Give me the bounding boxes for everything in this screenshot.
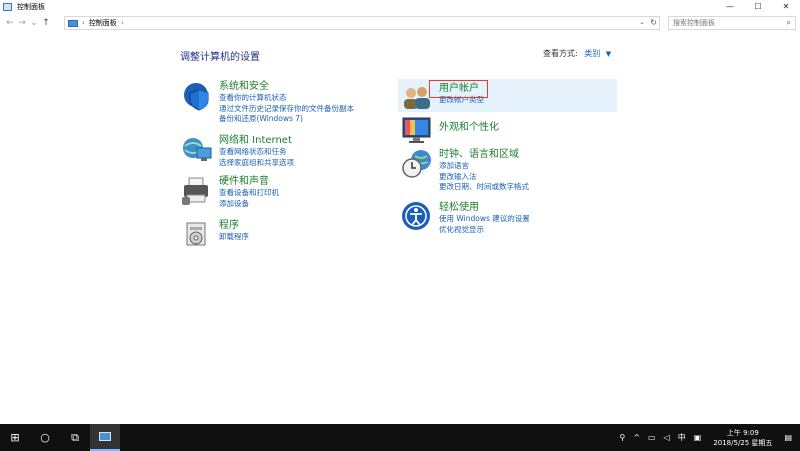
- control-panel-icon: [3, 2, 12, 11]
- address-dropdown-icon[interactable]: ⌄: [639, 18, 645, 26]
- clock-time: 上午 9:09: [726, 428, 759, 437]
- category-title[interactable]: 轻松使用: [439, 201, 530, 214]
- category-hardware-sound: 硬件和声音 查看设备和打印机 添加设备: [181, 175, 279, 209]
- category-programs: 程序 卸载程序: [181, 219, 249, 251]
- clock[interactable]: 上午 9:09 2018/5/25 星期五: [713, 428, 772, 448]
- link-change-input-method[interactable]: 更改输入法: [439, 172, 529, 183]
- search-input[interactable]: 搜索控制面板 ⌕: [668, 16, 796, 30]
- link-uninstall-program[interactable]: 卸载程序: [219, 232, 249, 243]
- title-bar: 控制面板 — ☐ ✕: [0, 0, 800, 13]
- forward-button[interactable]: →: [16, 16, 28, 30]
- refresh-icon[interactable]: ↻: [650, 18, 657, 27]
- link-view-computer-status[interactable]: 查看你的计算机状态: [219, 93, 354, 104]
- link-devices-printers[interactable]: 查看设备和打印机: [219, 188, 279, 199]
- category-system-security: 系统和安全 查看你的计算机状态 通过文件历史记录保存你的文件备份副本 备份和还原…: [181, 80, 354, 125]
- search-icon[interactable]: ⌕: [787, 18, 791, 28]
- clock-globe-icon[interactable]: [401, 148, 433, 180]
- back-button[interactable]: ←: [4, 16, 16, 30]
- link-recommended-settings[interactable]: 使用 Windows 建议的设置: [439, 214, 530, 225]
- category-appearance: 外观和个性化: [401, 115, 499, 147]
- view-by-dropdown[interactable]: 类别: [584, 49, 600, 58]
- recent-locations-button[interactable]: ⌄: [28, 16, 40, 30]
- programs-icon[interactable]: [181, 219, 213, 251]
- network-tray-icon[interactable]: ▭: [648, 433, 656, 442]
- system-tray: ⚲ ^ ▭ ◁ 中 ▣ 上午 9:09 2018/5/25 星期五 ▤: [615, 424, 800, 451]
- volume-icon[interactable]: ◁: [664, 433, 670, 442]
- link-backup-restore[interactable]: 备份和还原(Windows 7): [219, 114, 354, 125]
- annotation-highlight-box: [429, 80, 488, 98]
- control-panel-window: 控制面板 — ☐ ✕ ← → ⌄ ↑ › 控制面板 › ⌄ ↻ 搜索控制面板 ⌕…: [0, 0, 800, 424]
- address-toolbar: ← → ⌄ ↑ › 控制面板 › ⌄ ↻ 搜索控制面板 ⌕: [0, 14, 800, 32]
- address-bar[interactable]: › 控制面板 › ⌄ ↻: [64, 16, 660, 30]
- link-add-language[interactable]: 添加语言: [439, 161, 529, 172]
- start-button[interactable]: ⊞: [0, 424, 30, 451]
- minimize-button[interactable]: —: [716, 0, 744, 13]
- search-button[interactable]: ○: [30, 424, 60, 451]
- people-icon[interactable]: ⚲: [619, 433, 625, 442]
- category-title[interactable]: 程序: [219, 219, 249, 232]
- view-by-label: 查看方式:: [543, 49, 578, 58]
- control-panel-icon: [68, 19, 78, 27]
- link-file-history[interactable]: 通过文件历史记录保存你的文件备份副本: [219, 104, 354, 115]
- clock-date: 2018/5/25 星期五: [713, 438, 773, 447]
- category-clock-region: 时钟、语言和区域 添加语言 更改输入法 更改日期、时间或数字格式: [401, 148, 529, 193]
- control-panel-icon: [99, 432, 111, 441]
- close-button[interactable]: ✕: [772, 0, 800, 13]
- accessibility-icon[interactable]: [401, 201, 433, 233]
- link-change-date-format[interactable]: 更改日期、时间或数字格式: [439, 182, 529, 193]
- window-title: 控制面板: [17, 2, 45, 11]
- ime-indicator[interactable]: 中: [678, 432, 686, 443]
- maximize-button[interactable]: ☐: [744, 0, 772, 13]
- up-button[interactable]: ↑: [40, 16, 52, 30]
- link-add-device[interactable]: 添加设备: [219, 199, 279, 210]
- show-hidden-icons-icon[interactable]: ^: [633, 433, 640, 442]
- shield-icon[interactable]: [181, 80, 213, 112]
- category-title[interactable]: 硬件和声音: [219, 175, 279, 188]
- network-icon[interactable]: [181, 134, 213, 166]
- taskbar-control-panel[interactable]: [90, 424, 120, 451]
- action-center-icon[interactable]: ▤: [784, 433, 792, 442]
- view-by: 查看方式: 类别 ▼: [543, 48, 611, 59]
- category-title[interactable]: 网络和 Internet: [219, 134, 294, 147]
- printer-icon[interactable]: [181, 175, 213, 207]
- breadcrumb-separator-icon[interactable]: ›: [121, 19, 124, 27]
- chevron-down-icon[interactable]: ▼: [606, 50, 611, 58]
- search-placeholder: 搜索控制面板: [673, 19, 715, 27]
- breadcrumb-separator-icon[interactable]: ›: [82, 19, 85, 27]
- monitor-icon[interactable]: [401, 115, 433, 147]
- page-title: 调整计算机的设置: [180, 52, 260, 63]
- notification-app-icon[interactable]: ▣: [694, 433, 702, 442]
- category-title[interactable]: 外观和个性化: [439, 121, 499, 134]
- category-ease-of-access: 轻松使用 使用 Windows 建议的设置 优化视觉显示: [401, 201, 530, 235]
- link-homegroup[interactable]: 选择家庭组和共享选项: [219, 158, 294, 169]
- category-title[interactable]: 时钟、语言和区域: [439, 148, 529, 161]
- taskbar: ⊞ ○ ⧉ ⚲ ^ ▭ ◁ 中 ▣ 上午 9:09 2018/5/25 星期五 …: [0, 424, 800, 451]
- link-optimize-display[interactable]: 优化视觉显示: [439, 225, 530, 236]
- category-title[interactable]: 系统和安全: [219, 80, 354, 93]
- category-network-internet: 网络和 Internet 查看网络状态和任务 选择家庭组和共享选项: [181, 134, 294, 168]
- breadcrumb-control-panel[interactable]: 控制面板: [89, 18, 117, 28]
- task-view-button[interactable]: ⧉: [60, 424, 90, 451]
- link-network-status[interactable]: 查看网络状态和任务: [219, 147, 294, 158]
